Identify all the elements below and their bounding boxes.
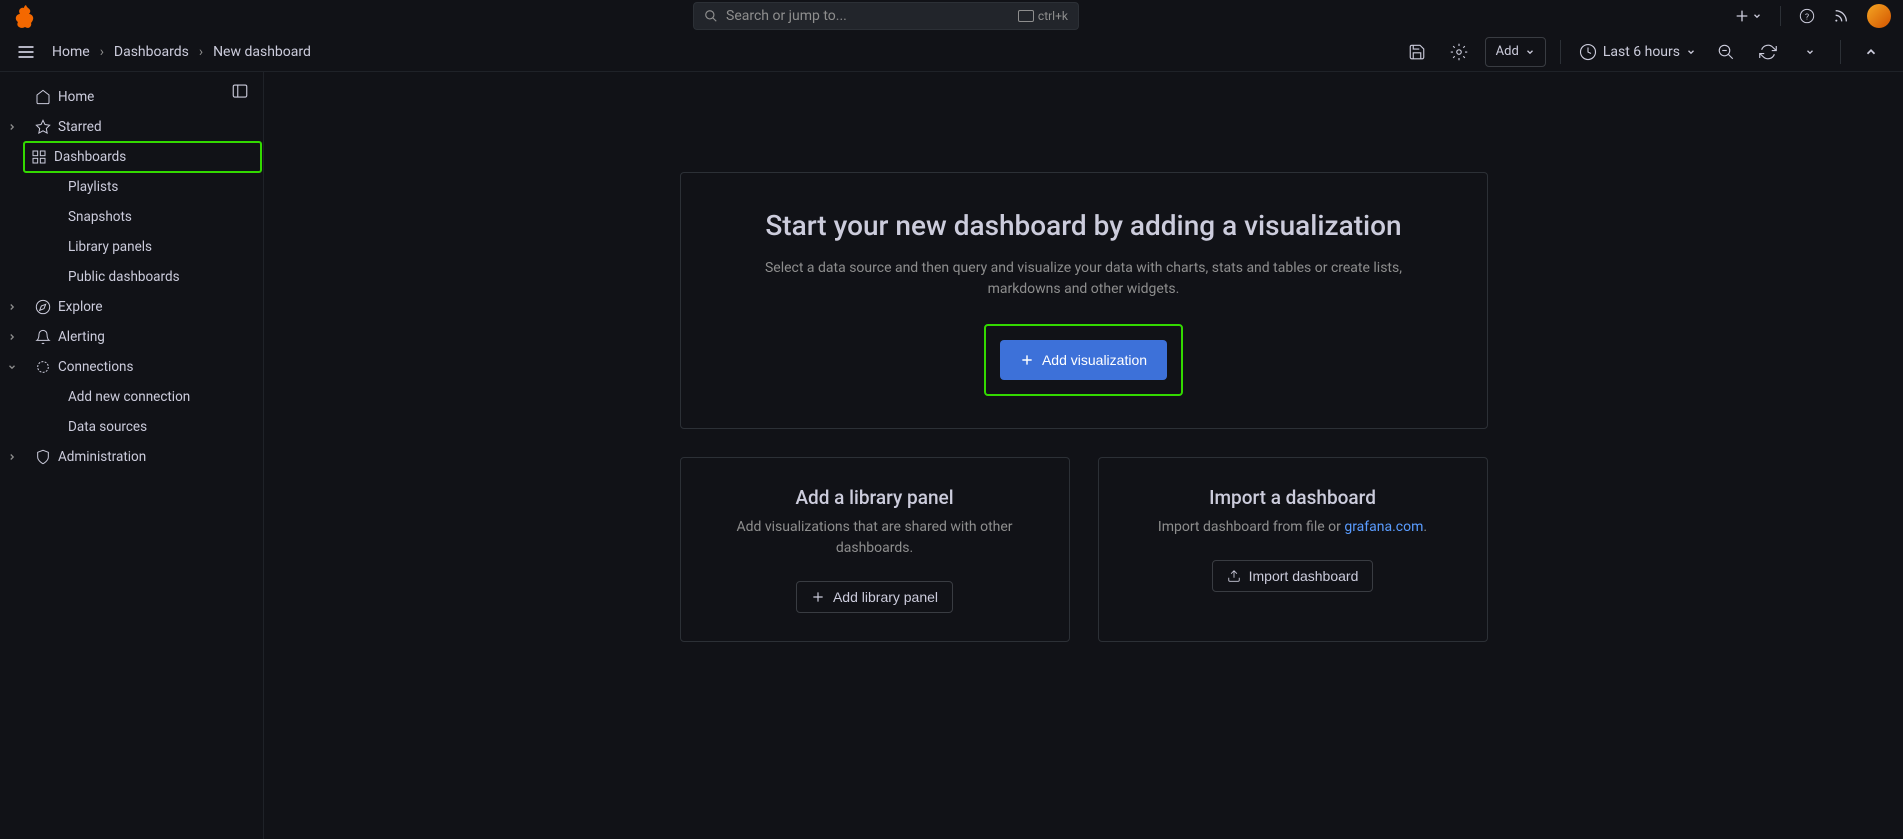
content: Start your new dashboard by adding a vis… bbox=[264, 72, 1903, 839]
dashboards-icon bbox=[30, 148, 48, 166]
refresh-dropdown[interactable] bbox=[1794, 36, 1826, 68]
breadcrumb-home[interactable]: Home bbox=[52, 44, 90, 60]
divider bbox=[1560, 40, 1561, 64]
search-bar[interactable]: Search or jump to... ctrl+k bbox=[693, 2, 1079, 30]
chevron-down-icon bbox=[1752, 11, 1762, 21]
chevron-right-icon: › bbox=[100, 44, 104, 60]
zoom-out-icon bbox=[1717, 43, 1735, 61]
plus-icon bbox=[811, 590, 825, 604]
plus-icon bbox=[1734, 8, 1750, 24]
nav-connections[interactable]: Connections bbox=[0, 352, 263, 382]
nav-administration[interactable]: Administration bbox=[0, 442, 263, 472]
hamburger-icon bbox=[16, 42, 36, 62]
zoom-out-button[interactable] bbox=[1710, 36, 1742, 68]
keyboard-icon bbox=[1018, 10, 1034, 22]
nav-explore[interactable]: Explore bbox=[0, 292, 263, 322]
search-placeholder: Search or jump to... bbox=[726, 8, 1010, 24]
toolbar-right: Add Last 6 hours bbox=[1401, 36, 1887, 68]
import-dashboard-button[interactable]: Import dashboard bbox=[1212, 560, 1374, 592]
menu-toggle[interactable] bbox=[16, 42, 36, 62]
main-layout: Home Starred Dashboards Playlists Snapsh… bbox=[0, 72, 1903, 839]
plus-icon bbox=[1020, 353, 1034, 367]
sidebar: Home Starred Dashboards Playlists Snapsh… bbox=[0, 72, 264, 839]
library-card-title: Add a library panel bbox=[709, 486, 1041, 509]
divider bbox=[1840, 40, 1841, 64]
chevron-up-icon bbox=[1864, 45, 1878, 59]
chevron-down-icon bbox=[1525, 47, 1535, 57]
chevron-right-icon bbox=[6, 302, 18, 312]
chevron-down-icon bbox=[6, 362, 18, 372]
help-icon: ? bbox=[1799, 7, 1815, 25]
user-avatar[interactable] bbox=[1867, 4, 1891, 28]
shield-icon bbox=[34, 448, 52, 466]
main-card: Start your new dashboard by adding a vis… bbox=[680, 172, 1488, 429]
add-library-panel-button[interactable]: Add library panel bbox=[796, 581, 953, 613]
divider bbox=[1780, 6, 1781, 26]
breadcrumb: Home › Dashboards › New dashboard bbox=[52, 44, 311, 60]
upload-icon bbox=[1227, 569, 1241, 583]
star-icon bbox=[34, 118, 52, 136]
bell-icon bbox=[34, 328, 52, 346]
plug-icon bbox=[34, 358, 52, 376]
search-icon bbox=[704, 9, 718, 23]
chevron-right-icon bbox=[6, 452, 18, 462]
home-icon bbox=[34, 88, 52, 106]
clock-icon bbox=[1579, 43, 1597, 61]
main-card-desc: Select a data source and then query and … bbox=[741, 258, 1427, 300]
breadcrumb-bar: Home › Dashboards › New dashboard Add La… bbox=[0, 32, 1903, 72]
nav-library-panels[interactable]: Library panels bbox=[0, 232, 263, 262]
nav-starred[interactable]: Starred bbox=[0, 112, 263, 142]
grafana-logo[interactable] bbox=[14, 4, 38, 28]
nav-playlists[interactable]: Playlists bbox=[0, 172, 263, 202]
time-range-picker[interactable]: Last 6 hours bbox=[1575, 43, 1700, 61]
add-visualization-button[interactable]: Add visualization bbox=[1000, 340, 1167, 380]
refresh-button[interactable] bbox=[1752, 36, 1784, 68]
chevron-right-icon bbox=[6, 332, 18, 342]
import-dashboard-card: Import a dashboard Import dashboard from… bbox=[1098, 457, 1488, 642]
nav-snapshots[interactable]: Snapshots bbox=[0, 202, 263, 232]
nav-alerting[interactable]: Alerting bbox=[0, 322, 263, 352]
chevron-down-icon bbox=[1805, 47, 1815, 57]
help-button[interactable]: ? bbox=[1799, 8, 1815, 24]
chevron-right-icon: › bbox=[199, 44, 203, 60]
nav-dashboards[interactable]: Dashboards bbox=[24, 142, 261, 172]
nav-data-sources[interactable]: Data sources bbox=[0, 412, 263, 442]
nav-home[interactable]: Home bbox=[0, 82, 263, 112]
header-right: ? bbox=[1734, 4, 1891, 28]
breadcrumb-current: New dashboard bbox=[213, 44, 311, 60]
top-header: Search or jump to... ctrl+k ? bbox=[0, 0, 1903, 32]
card-row: Add a library panel Add visualizations t… bbox=[680, 457, 1488, 642]
nav-add-connection[interactable]: Add new connection bbox=[0, 382, 263, 412]
library-card-desc: Add visualizations that are shared with … bbox=[709, 517, 1041, 559]
import-card-desc: Import dashboard from file or grafana.co… bbox=[1127, 517, 1459, 538]
library-panel-card: Add a library panel Add visualizations t… bbox=[680, 457, 1070, 642]
add-menu[interactable] bbox=[1734, 8, 1762, 24]
rss-icon bbox=[1833, 8, 1849, 24]
save-button[interactable] bbox=[1401, 36, 1433, 68]
rss-button[interactable] bbox=[1833, 8, 1849, 24]
gear-icon bbox=[1450, 43, 1468, 61]
compass-icon bbox=[34, 298, 52, 316]
svg-text:?: ? bbox=[1805, 12, 1809, 22]
kbd-shortcut: ctrl+k bbox=[1018, 9, 1068, 23]
refresh-icon bbox=[1759, 43, 1777, 61]
collapse-button[interactable] bbox=[1855, 36, 1887, 68]
chevron-down-icon bbox=[1686, 47, 1696, 57]
import-card-title: Import a dashboard bbox=[1127, 486, 1459, 509]
nav-public-dashboards[interactable]: Public dashboards bbox=[0, 262, 263, 292]
add-viz-highlight: Add visualization bbox=[984, 324, 1183, 396]
breadcrumb-dashboards[interactable]: Dashboards bbox=[114, 44, 189, 60]
settings-button[interactable] bbox=[1443, 36, 1475, 68]
save-icon bbox=[1408, 43, 1426, 61]
grafana-link[interactable]: grafana.com bbox=[1344, 519, 1423, 535]
main-card-title: Start your new dashboard by adding a vis… bbox=[741, 209, 1427, 242]
chevron-right-icon bbox=[6, 122, 18, 132]
add-dropdown[interactable]: Add bbox=[1485, 37, 1546, 67]
